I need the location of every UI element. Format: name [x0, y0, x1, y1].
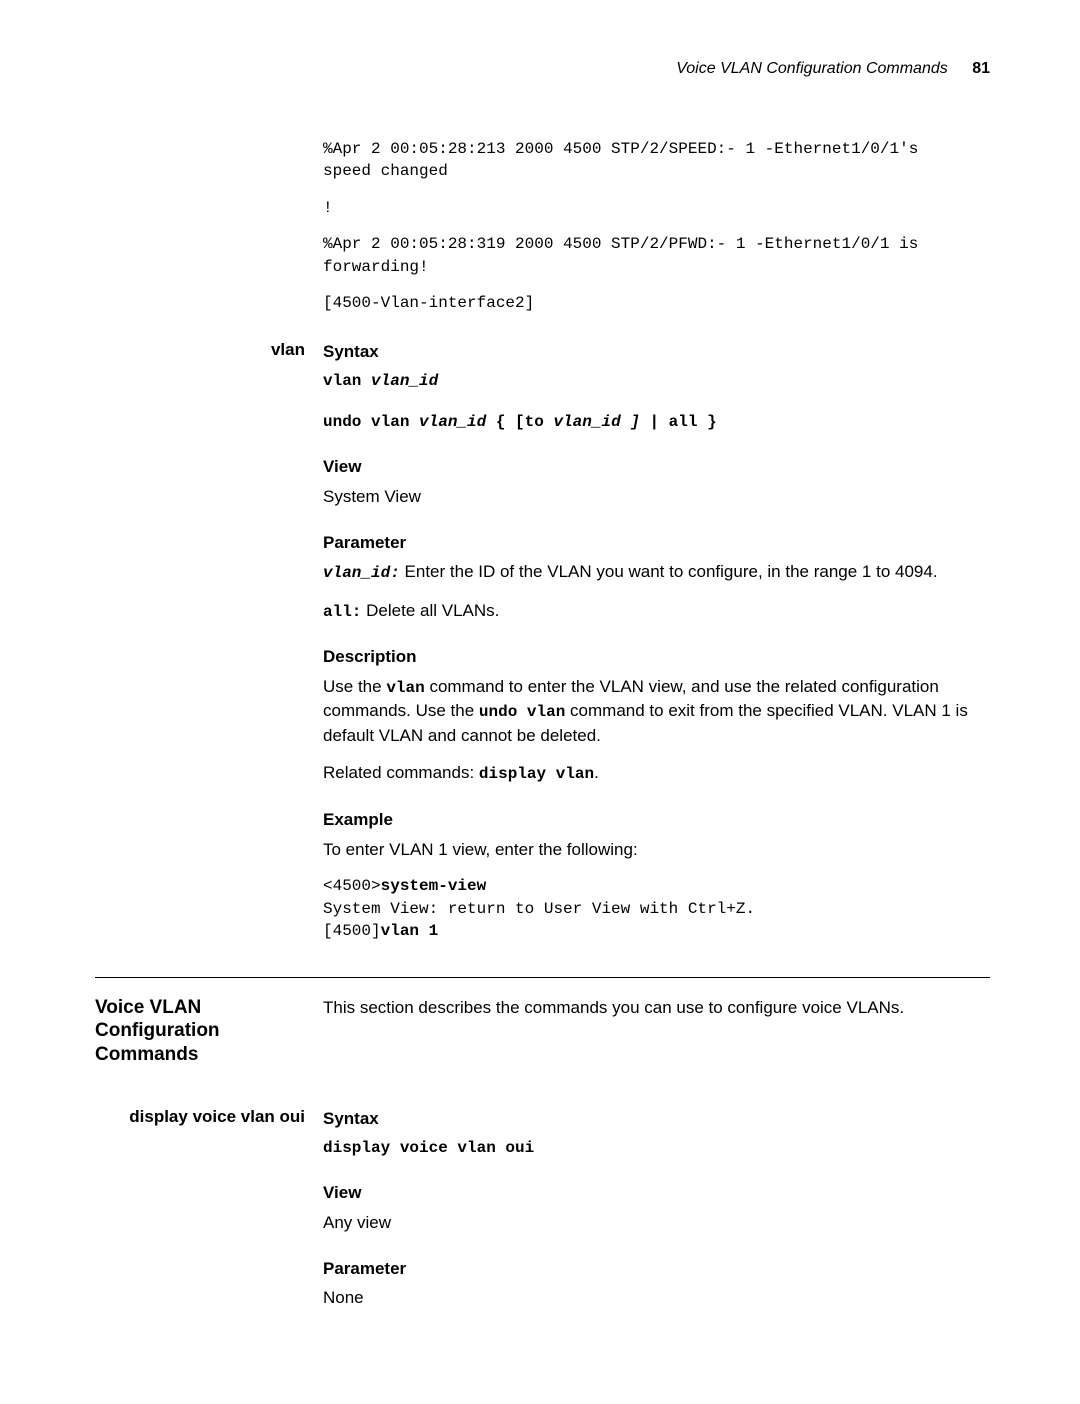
- header-page-number: 81: [972, 60, 990, 77]
- console-line: %Apr 2 00:05:28:213 2000 4500 STP/2/SPEE…: [323, 138, 990, 160]
- syntax-line: display voice vlan oui: [323, 1137, 990, 1159]
- example-heading: Example: [323, 808, 990, 832]
- view-text: Any view: [323, 1211, 990, 1235]
- related-commands: Related commands: display vlan.: [323, 761, 990, 785]
- parameter-line: vlan_id: Enter the ID of the VLAN you wa…: [323, 560, 990, 584]
- syntax-line: vlan vlan_id: [323, 370, 990, 392]
- example-line: <4500>system-view: [323, 875, 990, 897]
- header-title: Voice VLAN Configuration Commands: [676, 60, 948, 77]
- example-line: System View: return to User View with Ct…: [323, 898, 990, 920]
- syntax-line: undo vlan vlan_id { [to vlan_id ] | all …: [323, 411, 990, 433]
- parameter-line: all: Delete all VLANs.: [323, 599, 990, 623]
- section-divider: [95, 977, 990, 978]
- syntax-heading: Syntax: [323, 1107, 990, 1131]
- command-label-vlan: vlan: [95, 340, 323, 360]
- example-line: [4500]vlan 1: [323, 920, 990, 942]
- syntax-heading: Syntax: [323, 340, 990, 364]
- example-intro: To enter VLAN 1 view, enter the followin…: [323, 838, 990, 862]
- console-line: %Apr 2 00:05:28:319 2000 4500 STP/2/PFWD…: [323, 233, 990, 255]
- command-label-display-voice-vlan-oui: display voice vlan oui: [95, 1107, 323, 1127]
- parameter-heading: Parameter: [323, 531, 990, 555]
- example-code: <4500>system-view System View: return to…: [323, 875, 990, 942]
- description-text: Use the vlan command to enter the VLAN v…: [323, 675, 990, 748]
- parameter-heading: Parameter: [323, 1257, 990, 1281]
- parameter-text: None: [323, 1286, 990, 1310]
- view-heading: View: [323, 455, 990, 479]
- console-line: [4500-Vlan-interface2]: [323, 292, 990, 314]
- console-line: forwarding!: [323, 256, 990, 278]
- description-heading: Description: [323, 645, 990, 669]
- section-title: Voice VLAN Configuration Commands: [95, 996, 323, 1067]
- console-line: !: [323, 197, 990, 219]
- page-header: Voice VLAN Configuration Commands 81: [95, 60, 990, 78]
- view-heading: View: [323, 1181, 990, 1205]
- section-intro: This section describes the commands you …: [323, 996, 990, 1018]
- console-line: speed changed: [323, 160, 990, 182]
- console-output: %Apr 2 00:05:28:213 2000 4500 STP/2/SPEE…: [323, 138, 990, 314]
- view-text: System View: [323, 485, 990, 509]
